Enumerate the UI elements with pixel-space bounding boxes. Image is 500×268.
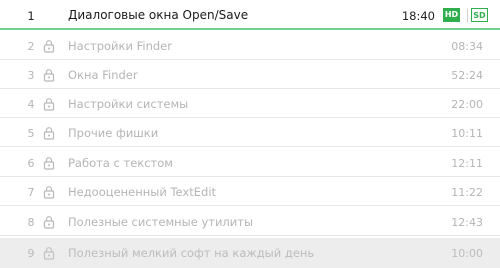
lesson-row-locked[interactable]: 6 Работа с текстом 12:11 [0, 148, 500, 177]
lesson-row-active[interactable]: 1 Диалоговые окна Open/Save 18:40 HD SD [0, 0, 500, 30]
lesson-row-locked[interactable]: 2 Настройки Finder 08:34 [0, 31, 500, 60]
lesson-number: 6 [27, 157, 35, 170]
lesson-number: 4 [27, 98, 35, 111]
lesson-duration: 12:11 [451, 157, 483, 170]
lock-icon [43, 186, 55, 199]
lesson-duration: 52:24 [451, 69, 483, 82]
lock-icon [43, 216, 55, 229]
lock-icon [43, 69, 55, 82]
lock-icon [43, 157, 55, 170]
lesson-row-locked[interactable]: 9 Полезный мелкий софт на каждый день 10… [0, 238, 500, 268]
lesson-number: 2 [27, 40, 35, 53]
lesson-number: 9 [27, 247, 35, 260]
lesson-duration: 08:34 [451, 40, 483, 53]
lesson-duration: 22:00 [451, 98, 483, 111]
lesson-title: Недооцененный TextEdit [68, 185, 217, 199]
lesson-duration: 18:40 [401, 9, 435, 23]
lesson-row-locked[interactable]: 5 Прочие фишки 10:11 [0, 118, 500, 147]
lesson-number: 7 [27, 186, 35, 199]
lesson-title: Окна Finder [68, 68, 138, 82]
lesson-title: Прочие фишки [68, 126, 159, 140]
lock-icon [43, 40, 55, 53]
lesson-number: 8 [27, 216, 35, 229]
lesson-number: 1 [27, 9, 35, 23]
quality-divider [467, 9, 468, 22]
lesson-duration: 11:22 [451, 186, 483, 199]
lesson-number: 3 [27, 69, 35, 82]
lesson-row-locked[interactable]: 3 Окна Finder 52:24 [0, 60, 500, 89]
lock-icon [43, 127, 55, 140]
lesson-row-locked[interactable]: 7 Недооцененный TextEdit 11:22 [0, 177, 500, 206]
lesson-row-locked[interactable]: 8 Полезные системные утилиты 12:43 [0, 207, 500, 236]
lesson-title: Полезные системные утилиты [68, 215, 254, 229]
sd-quality-button[interactable]: SD [471, 8, 488, 22]
lesson-title: Работа с текстом [68, 156, 173, 170]
lesson-title: Полезный мелкий софт на каждый день [68, 246, 315, 260]
lesson-row-locked[interactable]: 4 Настройки системы 22:00 [0, 89, 500, 118]
lesson-duration: 10:00 [451, 247, 483, 260]
lock-icon [43, 98, 55, 111]
hd-quality-button[interactable]: HD [443, 8, 460, 22]
lesson-title[interactable]: Диалоговые окна Open/Save [68, 8, 248, 22]
lesson-title: Настройки системы [68, 97, 189, 111]
lock-icon [43, 247, 55, 260]
lesson-title: Настройки Finder [68, 39, 172, 53]
lesson-number: 5 [27, 127, 35, 140]
lesson-duration: 12:43 [451, 216, 483, 229]
lesson-duration: 10:11 [451, 127, 483, 140]
